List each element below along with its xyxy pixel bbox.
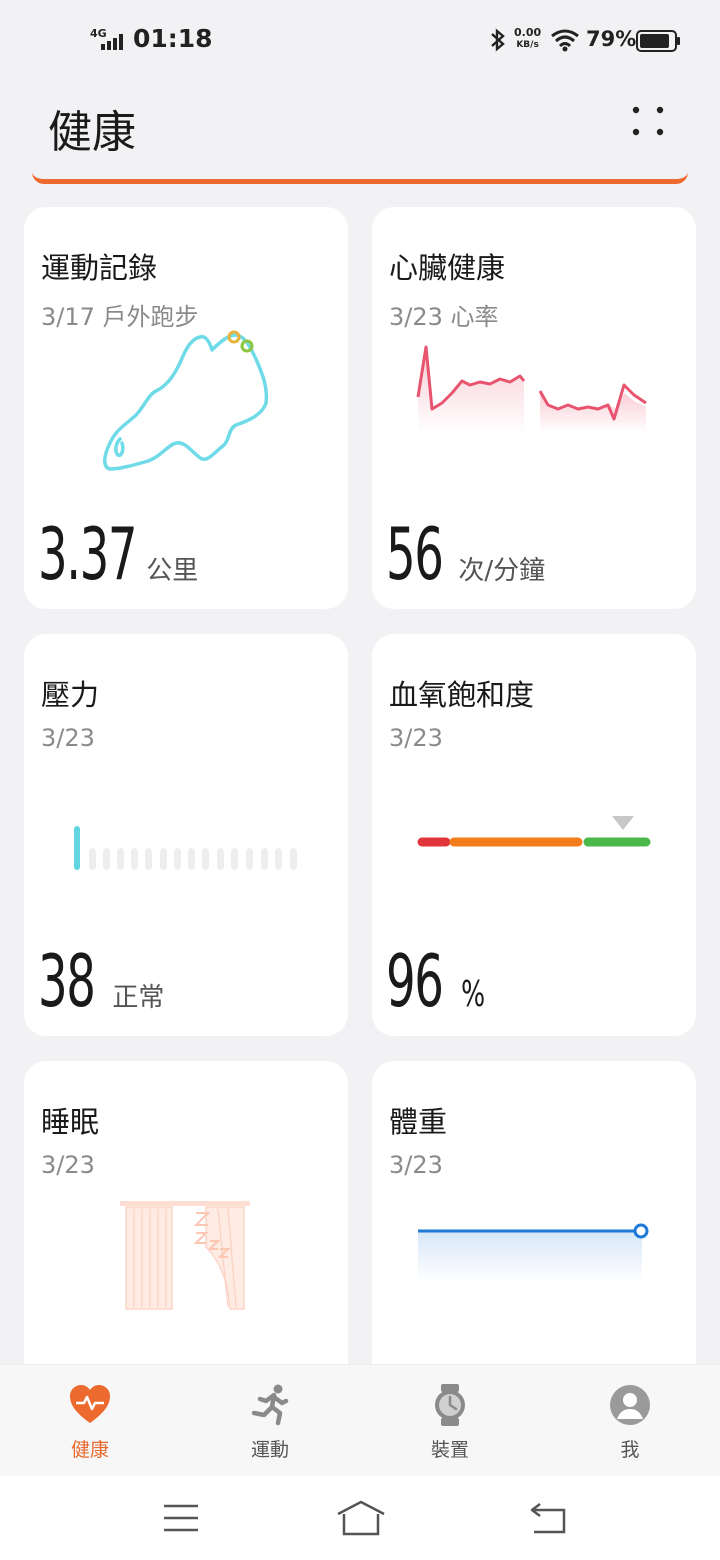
bluetooth-icon [491,28,505,52]
home-icon[interactable] [336,1500,386,1536]
battery-icon [636,30,680,52]
heart-rate-number: 56 [386,512,444,596]
battery-percent: 79% [586,27,637,51]
exercise-value: 3.37 公里 [38,512,198,596]
stress-value: 38 正常 [38,939,164,1023]
exercise-card[interactable]: 運動記錄 3/17 戶外跑步 3.37 公里 [24,207,348,609]
avatar-icon [610,1385,650,1425]
sleep-card[interactable]: 睡眠 3/23 [24,1061,348,1381]
network-speed: 0.00 KB/s [514,27,541,51]
route-map [103,330,269,471]
nav-health[interactable]: 健康 [30,1365,150,1477]
weight-chart [418,1223,649,1283]
running-icon [251,1384,289,1426]
watch-icon [435,1384,465,1426]
stress-level: 正常 [112,983,165,1013]
clock: 01:18 [133,24,213,53]
heart-health-card[interactable]: 心臟健康 3/23 心率 56 次/分鐘 [372,207,696,609]
speed-value: 0.00 [514,26,542,39]
menu-icon[interactable] [162,1502,200,1534]
nav-devices[interactable]: 裝置 [390,1365,510,1477]
status-bar: 4G 01:18 0.00 KB/s 79% [0,0,720,80]
heart-rate-chart [416,345,647,433]
heart-icon [70,1385,110,1423]
spo2-value: 96 % [386,939,491,1023]
nav-exercise[interactable]: 運動 [210,1365,330,1477]
indicator-triangle-icon [612,816,634,830]
nav-me[interactable]: 我 [570,1365,690,1477]
weight-card[interactable]: 體重 3/23 [372,1061,696,1381]
heart-rate-unit: 次/分鐘 [458,556,546,586]
more-menu-button[interactable] [622,100,674,144]
spo2-scale [417,816,651,847]
bottom-nav: 健康 運動 裝置 我 [0,1364,720,1476]
back-icon[interactable] [528,1500,568,1536]
stress-card[interactable]: 壓力 3/23 38 正常 [24,634,348,1036]
nav-label: 健康 [70,1439,109,1461]
nav-label: 運動 [250,1439,289,1461]
speed-unit: KB/s [516,40,539,50]
distance-number: 3.37 [38,512,137,596]
page-title: 健康 [48,107,136,158]
spo2-card[interactable]: 血氧飽和度 3/23 96 % [372,634,696,1036]
signal-icon [101,34,123,50]
grid-dots-icon [632,106,664,136]
stress-number: 38 [38,939,96,1023]
wifi-icon [551,29,579,52]
sleep-curtain-illustration [120,1201,250,1310]
nav-label: 我 [620,1439,640,1461]
stress-bar-chart [74,826,297,870]
distance-unit: 公里 [146,556,199,586]
header-accent-line [32,172,688,184]
spo2-number: 96 [386,939,444,1023]
spo2-unit: % [461,974,486,1015]
heart-rate-value: 56 次/分鐘 [386,512,545,596]
nav-label: 裝置 [430,1439,469,1461]
system-nav-bar [0,1476,720,1560]
